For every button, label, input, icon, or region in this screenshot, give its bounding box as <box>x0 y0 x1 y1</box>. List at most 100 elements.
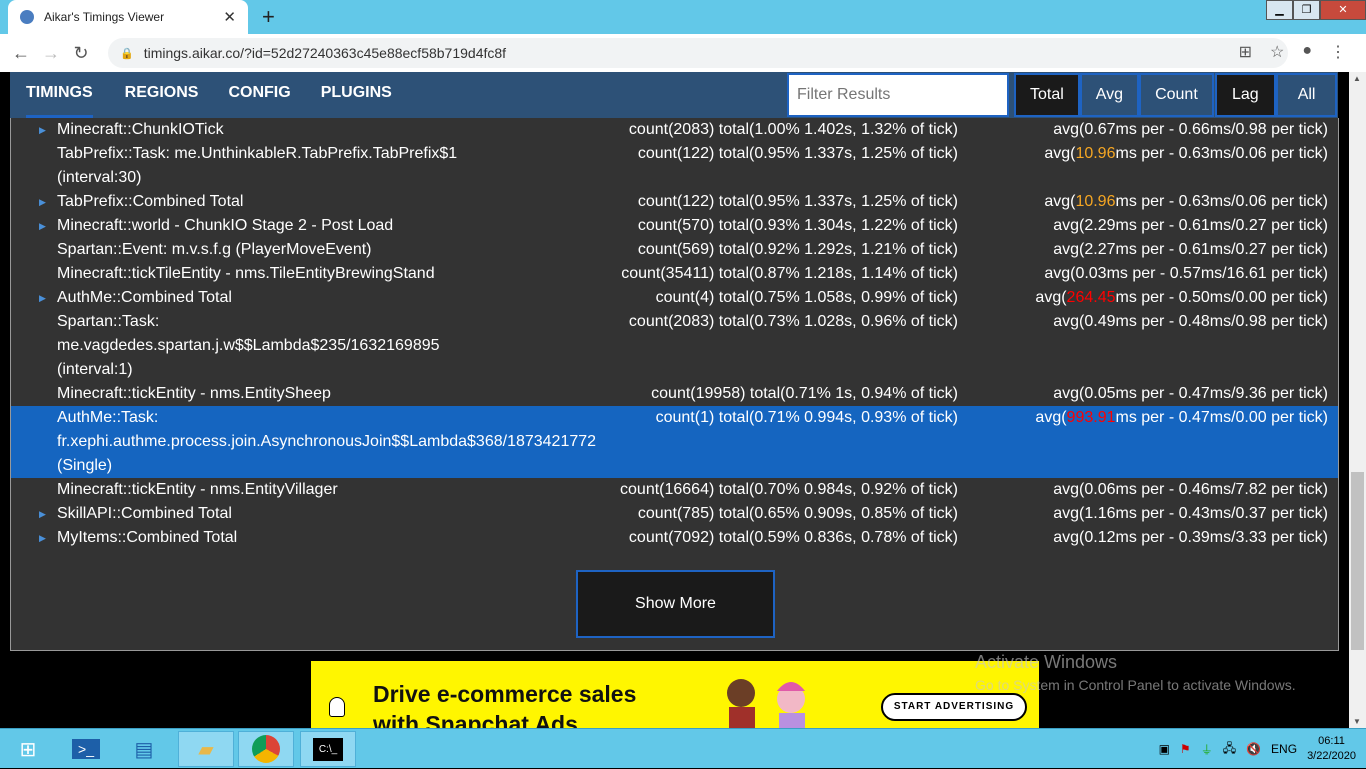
mode-avg[interactable]: Avg <box>1079 73 1140 117</box>
chrome-icon[interactable] <box>238 731 294 767</box>
avg-value: 10.96 <box>1075 193 1116 210</box>
browser-tab-strip: Aikar's Timings Viewer ✕ + ▁ ❐ ✕ <box>0 0 1366 34</box>
clock[interactable]: 06:11 3/22/2020 <box>1307 734 1356 764</box>
scroll-down-icon[interactable]: ▼ <box>1353 717 1361 726</box>
tray-usb-icon[interactable]: ⏚ <box>1201 741 1213 758</box>
expand-arrow-icon[interactable]: ▶ <box>39 286 46 310</box>
tray-app-icon[interactable]: ▣ <box>1159 742 1170 756</box>
timing-count-total: count(19958) total(0.71% 1s, 0.94% of ti… <box>651 385 958 402</box>
timing-avg: avg(0.03ms per - 0.57ms/16.61 per tick) <box>958 262 1328 286</box>
avg-prefix: avg( <box>1044 145 1076 162</box>
avg-value: 0.49 <box>1084 313 1116 330</box>
timing-avg: avg(0.12ms per - 0.39ms/3.33 per tick) <box>958 526 1328 550</box>
translate-icon[interactable]: ⊞ <box>1239 42 1252 62</box>
timing-avg: avg(2.27ms per - 0.61ms/0.27 per tick) <box>958 238 1328 262</box>
nav-timings[interactable]: TIMINGS <box>26 72 93 118</box>
forward-icon[interactable]: → <box>36 43 66 64</box>
filter-input[interactable] <box>787 73 1009 117</box>
bookmark-star-icon[interactable]: ☆ <box>1270 42 1284 62</box>
mode-total[interactable]: Total <box>1014 73 1080 117</box>
expand-arrow-icon[interactable]: ▶ <box>39 190 46 214</box>
timings-panel: ▶ Minecraft::ChunkIOTick count(2083) total… <box>10 118 1339 651</box>
timing-row[interactable]: Spartan::Task: me.vagdedes.spartan.j.w$$… <box>11 310 1338 382</box>
timing-row[interactable]: ▶ Minecraft::ChunkIOTick count(2083) total… <box>11 118 1338 142</box>
maximize-button[interactable]: ❐ <box>1293 0 1320 20</box>
timing-count-total: count(569) total(0.92% 1.292s, 1.21% of … <box>637 241 958 258</box>
mode-count[interactable]: Count <box>1139 73 1214 117</box>
avg-suffix: ms per - 0.63ms/0.06 per tick) <box>1115 193 1328 210</box>
minimize-button[interactable]: ▁ <box>1266 0 1293 20</box>
reload-icon[interactable]: ↻ <box>66 43 96 64</box>
timing-name: Spartan::Task: me.vagdedes.spartan.j.w$$… <box>57 313 440 378</box>
timing-row[interactable]: Spartan::Event: m.v.s.f.g (PlayerMoveEve… <box>11 238 1338 262</box>
expand-arrow-icon[interactable]: ▶ <box>39 502 46 526</box>
timing-name: Minecraft::tickEntity - nms.EntityVillag… <box>57 481 338 498</box>
command-prompt-icon[interactable]: C:\_ <box>300 731 356 767</box>
avg-value: 993.91 <box>1066 409 1116 426</box>
expand-arrow-icon[interactable]: ▶ <box>39 118 46 142</box>
scrollbar-thumb[interactable] <box>1351 472 1364 650</box>
timing-count-total: count(35411) total(0.87% 1.218s, 1.14% o… <box>621 265 958 282</box>
start-advertising-button[interactable]: START ADVERTISING <box>881 693 1027 721</box>
nav-regions[interactable]: REGIONS <box>125 72 199 118</box>
snapchat-ghost-icon <box>329 697 345 717</box>
timing-row[interactable]: ▶ AuthMe::Combined Total count(4) total(0.… <box>11 286 1338 310</box>
avg-value: 264.45 <box>1066 289 1116 306</box>
expand-arrow-icon[interactable]: ▶ <box>39 526 46 550</box>
timing-row[interactable]: AuthMe::Task: fr.xephi.authme.process.jo… <box>11 406 1338 478</box>
timing-name: Minecraft::world - ChunkIO Stage 2 - Pos… <box>57 217 394 234</box>
browser-tab[interactable]: Aikar's Timings Viewer ✕ <box>8 0 248 34</box>
timing-row[interactable]: ▶ Minecraft::world - ChunkIO Stage 2 - Po… <box>11 214 1338 238</box>
timing-count-total: count(7092) total(0.59% 0.836s, 0.78% of… <box>628 529 958 546</box>
scroll-up-icon[interactable]: ▲ <box>1353 74 1361 83</box>
timing-avg: avg(264.45ms per - 0.50ms/0.00 per tick) <box>958 286 1328 310</box>
avg-prefix: avg( <box>1044 193 1076 210</box>
nav-plugins[interactable]: PLUGINS <box>321 72 392 118</box>
nav-config[interactable]: CONFIG <box>228 72 290 118</box>
page-scrollbar[interactable]: ▲ ▼ <box>1349 72 1366 728</box>
timing-row[interactable]: Minecraft::tickEntity - nms.EntityVillag… <box>11 478 1338 502</box>
show-more-button[interactable]: Show More <box>576 570 775 638</box>
avg-prefix: avg( <box>1053 313 1085 330</box>
view-lag[interactable]: Lag <box>1215 73 1276 117</box>
close-window-button[interactable]: ✕ <box>1320 0 1366 20</box>
timing-row[interactable]: Minecraft::tickEntity - nms.EntitySheep c… <box>11 382 1338 406</box>
expand-arrow-icon[interactable]: ▶ <box>39 214 46 238</box>
language-indicator[interactable]: ENG <box>1271 742 1297 756</box>
timing-name: TabPrefix::Task: me.UnthinkableR.TabPref… <box>57 145 458 186</box>
tray-flag-icon[interactable]: ⚑ <box>1180 742 1191 756</box>
timing-name: Minecraft::ChunkIOTick <box>57 121 224 138</box>
timing-count-total: count(1) total(0.71% 0.994s, 0.93% of ti… <box>655 409 958 426</box>
tray-network-icon[interactable]: 🖧 <box>1223 739 1236 760</box>
view-all[interactable]: All <box>1275 73 1338 117</box>
account-icon[interactable]: ● <box>1302 42 1312 62</box>
timing-row[interactable]: ▶ SkillAPI::Combined Total count(785) tota… <box>11 502 1338 526</box>
timing-row[interactable]: TabPrefix::Task: me.UnthinkableR.TabPref… <box>11 142 1338 190</box>
start-button[interactable]: ⊞ <box>0 731 56 767</box>
timing-count-total: count(122) total(0.95% 1.337s, 1.25% of … <box>637 145 958 162</box>
server-manager-icon[interactable]: ▤ <box>116 731 172 767</box>
menu-icon[interactable]: ⋮ <box>1330 42 1346 62</box>
timing-name: Minecraft::tickEntity - nms.EntitySheep <box>57 385 331 402</box>
timing-count-total: count(122) total(0.95% 1.337s, 1.25% of … <box>637 193 958 210</box>
avg-value: 0.06 <box>1084 481 1116 498</box>
avg-value: 1.16 <box>1084 505 1116 522</box>
back-icon[interactable]: ← <box>6 43 36 64</box>
timing-name: AuthMe::Task: fr.xephi.authme.process.jo… <box>57 409 597 474</box>
clock-date: 3/22/2020 <box>1307 750 1356 762</box>
tray-volume-icon[interactable]: 🔇 <box>1246 742 1261 756</box>
snapchat-ad[interactable]: Drive e-commerce sales with Snapchat Ads… <box>311 661 1039 728</box>
avg-prefix: avg( <box>1044 265 1076 282</box>
avg-prefix: avg( <box>1053 481 1085 498</box>
timing-row[interactable]: Minecraft::tickTileEntity - nms.TileEnti… <box>11 262 1338 286</box>
timing-avg: avg(0.67ms per - 0.66ms/0.98 per tick) <box>958 118 1328 142</box>
close-tab-icon[interactable]: ✕ <box>223 8 236 26</box>
timing-row[interactable]: ▶ MyItems::Combined Total count(7092) tota… <box>11 526 1338 550</box>
timing-row[interactable]: ▶ TabPrefix::Combined Total count(122) tot… <box>11 190 1338 214</box>
file-explorer-icon[interactable]: ▰ <box>178 731 234 767</box>
new-tab-button[interactable]: + <box>262 4 275 30</box>
avg-value: 2.27 <box>1084 241 1116 258</box>
powershell-icon[interactable]: >_ <box>58 731 114 767</box>
timing-avg: avg(0.06ms per - 0.46ms/7.82 per tick) <box>958 478 1328 502</box>
url-input[interactable]: 🔒 timings.aikar.co/?id=52d27240363c45e88e… <box>108 38 1288 68</box>
